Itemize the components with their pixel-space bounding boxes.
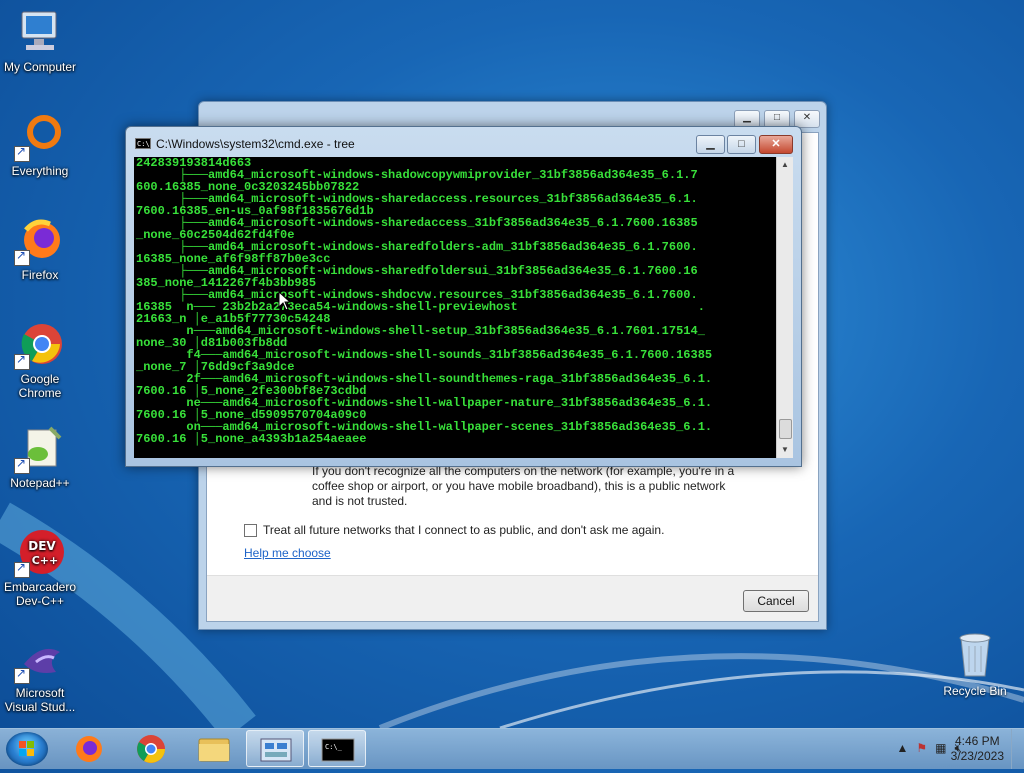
cmd-title: C:\Windows\system32\cmd.exe - tree bbox=[156, 137, 355, 151]
firefox-icon bbox=[14, 216, 64, 266]
mouse-cursor-icon bbox=[278, 291, 292, 311]
shortcut-arrow-icon bbox=[14, 666, 30, 684]
shortcut-arrow-icon bbox=[14, 352, 30, 370]
console-output[interactable]: 242839193814d663 ├───amd64_microsoft-win… bbox=[134, 157, 776, 458]
desktop-icon-google-chrome[interactable]: Google Chrome bbox=[0, 320, 80, 400]
cmd-icon: C:\ bbox=[135, 138, 151, 149]
network-icon bbox=[260, 738, 292, 762]
treat-public-checkbox-row[interactable]: Treat all future networks that I connect… bbox=[244, 523, 664, 537]
minimize-button[interactable]: ▁ bbox=[696, 135, 725, 154]
taskbar: C:\_ ▲ ⚑ ▦ 🔇︎ 4:46 PM 3/23/2023 bbox=[0, 728, 1024, 769]
clock[interactable]: 4:46 PM 3/23/2023 bbox=[951, 734, 1004, 764]
action-center-flag-icon[interactable]: ⚑ bbox=[916, 741, 927, 756]
show-desktop-button[interactable] bbox=[1011, 729, 1024, 769]
computer-icon bbox=[16, 8, 64, 56]
shortcut-arrow-icon bbox=[14, 456, 30, 474]
shortcut-arrow-icon bbox=[14, 144, 30, 162]
scroll-up-arrow-icon[interactable]: ▲ bbox=[777, 157, 793, 173]
network-status-icon[interactable]: ▦ bbox=[935, 741, 946, 756]
cancel-button[interactable]: Cancel bbox=[743, 590, 809, 612]
everything-icon bbox=[14, 112, 64, 162]
desktop-icon-label: Notepad++ bbox=[10, 476, 70, 490]
cmd-titlebar[interactable]: C:\ C:\Windows\system32\cmd.exe - tree ▁… bbox=[126, 127, 801, 157]
treat-public-checkbox[interactable] bbox=[244, 523, 257, 537]
taskbar-firefox[interactable] bbox=[60, 730, 118, 767]
desktop-icon-label: My Computer bbox=[3, 60, 77, 74]
taskbar-cmd[interactable]: C:\_ bbox=[308, 730, 366, 767]
console-line: 7600.16 │5_none_a4393b1a254aeaee bbox=[136, 432, 367, 446]
scroll-down-arrow-icon[interactable]: ▼ bbox=[777, 442, 793, 458]
maximize-button[interactable]: □ bbox=[727, 135, 756, 154]
desktop-icon-visual-studio[interactable]: Microsoft Visual Stud... bbox=[0, 642, 80, 714]
desktop-icon-label: Google Chrome bbox=[18, 372, 62, 400]
scrollbar-thumb[interactable] bbox=[779, 419, 792, 439]
taskbar-chrome[interactable] bbox=[122, 730, 180, 767]
public-network-description: If you don't recognize all the computers… bbox=[312, 464, 735, 508]
help-me-choose-link[interactable]: Help me choose bbox=[244, 546, 331, 560]
desktop-icon-recycle-bin[interactable]: Recycle Bin bbox=[935, 630, 1015, 698]
taskbar-file-explorer[interactable] bbox=[184, 730, 242, 767]
dev-cpp-icon: DEV C++ bbox=[14, 528, 64, 578]
cmd-icon: C:\_ bbox=[321, 738, 355, 762]
shortcut-arrow-icon bbox=[14, 560, 30, 578]
chrome-icon bbox=[14, 320, 64, 370]
clock-time: 4:46 PM bbox=[954, 734, 1000, 748]
desktop-icon-label: Everything bbox=[11, 164, 69, 178]
dialog-footer bbox=[207, 575, 818, 621]
folder-icon bbox=[198, 738, 230, 762]
show-hidden-icons-icon[interactable]: ▲ bbox=[896, 741, 908, 756]
chrome-icon bbox=[137, 735, 165, 763]
desktop-icon-notepad-plus-plus[interactable]: Notepad++ bbox=[0, 424, 80, 490]
windows-logo-icon bbox=[19, 741, 34, 756]
desktop-icon-firefox[interactable]: Firefox bbox=[0, 216, 80, 282]
close-button[interactable]: ✕ bbox=[759, 135, 793, 154]
desktop-icon-dev-cpp[interactable]: DEVC++ Embarcadero Dev-C++ bbox=[0, 528, 80, 608]
svg-text:C:\_: C:\_ bbox=[325, 743, 343, 751]
recycle-bin-icon bbox=[959, 633, 991, 677]
desktop-icon-my-computer[interactable]: My Computer bbox=[0, 8, 80, 74]
desktop-icon-label: Embarcadero Dev-C++ bbox=[3, 580, 77, 608]
desktop-icon-label: Recycle Bin bbox=[943, 684, 1007, 698]
taskbar-network-dialog[interactable] bbox=[246, 730, 304, 767]
desktop-icon-everything[interactable]: Everything bbox=[0, 112, 80, 178]
shortcut-arrow-icon bbox=[14, 248, 30, 266]
desktop-icon-label: Microsoft Visual Stud... bbox=[4, 686, 76, 714]
visual-studio-icon bbox=[14, 642, 64, 684]
firefox-icon bbox=[76, 736, 102, 762]
cmd-window: C:\ C:\Windows\system32\cmd.exe - tree ▁… bbox=[125, 126, 802, 467]
clock-date: 3/23/2023 bbox=[950, 749, 1004, 763]
vertical-scrollbar[interactable]: ▲ ▼ bbox=[776, 157, 793, 458]
start-button[interactable] bbox=[6, 732, 48, 766]
notepad-plus-plus-icon bbox=[14, 424, 64, 474]
close-button[interactable]: ✕ bbox=[794, 110, 820, 128]
desktop-icon-label: Firefox bbox=[21, 268, 59, 282]
svg-text:C++: C++ bbox=[32, 554, 59, 567]
treat-public-checkbox-label: Treat all future networks that I connect… bbox=[263, 523, 665, 537]
svg-text:DEV: DEV bbox=[28, 539, 56, 553]
